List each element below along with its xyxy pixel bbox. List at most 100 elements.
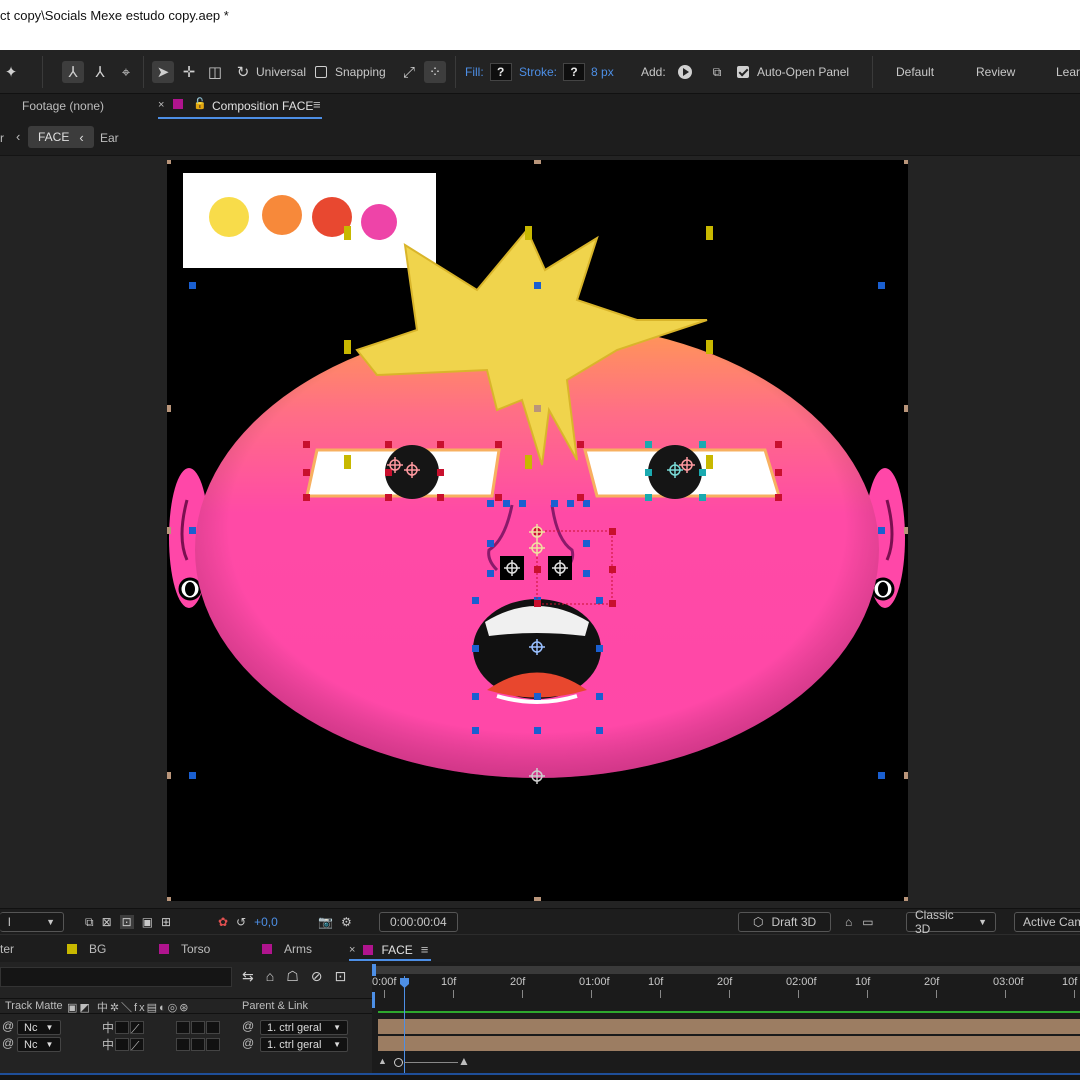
snapshot-controls: 📷 ⚙	[318, 912, 352, 932]
workspace-review[interactable]: Review	[976, 61, 1015, 83]
track-matte-dropdown[interactable]: Nc ▼	[17, 1037, 61, 1052]
workspace-learn[interactable]: Learn	[1056, 61, 1080, 83]
fill-swatch[interactable]: ?	[489, 63, 512, 81]
motion-sketch-icon[interactable]: ⧉	[706, 61, 728, 83]
tab-timeline-face[interactable]: × FACE ≡	[349, 942, 428, 957]
time-ruler[interactable]: 0:00f 10f 20f 01:00f 10f 20f 02:00f 10f 20f 03:00…	[372, 974, 1080, 998]
pickwhip-icon[interactable]: @	[242, 1019, 254, 1033]
selection-tool-icon[interactable]: ➤	[152, 61, 174, 83]
comp-mini-flowchart-icon[interactable]: ⇆	[242, 968, 254, 985]
track-matte-dropdown[interactable]: Nc ▼	[17, 1020, 61, 1035]
renderer-dropdown[interactable]: Classic 3D ▼	[906, 908, 996, 936]
switch-box[interactable]	[115, 1021, 129, 1034]
stroke-control[interactable]: Stroke: ? 8 px	[519, 61, 614, 83]
snapping-checkbox[interactable]	[315, 66, 327, 78]
snap-edge-icon[interactable]: ⤢	[398, 61, 420, 83]
snap-grid-icon[interactable]: ⁘	[424, 61, 446, 83]
add-label: Add:	[641, 65, 666, 79]
switch-box[interactable]	[115, 1038, 129, 1051]
parent-dropdown[interactable]: 1. ctrl geral ▼	[260, 1037, 348, 1052]
tab-timeline-arms[interactable]: Arms	[262, 942, 312, 956]
chevron-down-icon: ▼	[45, 1023, 54, 1032]
draft-3d-icon[interactable]: ⌂	[266, 968, 274, 985]
tab-timeline-0[interactable]: ter	[0, 942, 14, 956]
workspace-default[interactable]: Default	[896, 61, 934, 83]
camera-dropdown[interactable]: Active Came	[1014, 912, 1080, 932]
nav-next-label[interactable]: Ear	[100, 131, 119, 145]
close-icon[interactable]: ×	[349, 944, 355, 956]
reset-exposure-icon[interactable]: ↺	[236, 915, 246, 929]
nav-current[interactable]: FACE ‹	[28, 126, 94, 148]
fast-preview-icon[interactable]: ⧉	[85, 915, 94, 930]
zoom-slider[interactable]: ▲ ▲	[378, 1054, 473, 1070]
quality-switch[interactable]: ⟋	[130, 1021, 144, 1036]
composition-viewer[interactable]	[0, 156, 1080, 908]
tab-timeline-torso[interactable]: Torso	[159, 942, 210, 956]
transparency-grid-icon[interactable]: ⊠	[102, 915, 112, 929]
add-circle-icon[interactable]	[677, 65, 692, 79]
move-tool-icon[interactable]: ✛	[178, 61, 200, 83]
lock-icon[interactable]: 🔓	[193, 97, 207, 110]
layer-duration-bar[interactable]	[378, 1036, 1080, 1051]
switch-box[interactable]	[176, 1038, 190, 1051]
layer-row[interactable]: @ Nc ▼ 中 ⟋ @ 1. ctrl geral ▼	[0, 1019, 372, 1036]
ruler-tick	[936, 990, 937, 998]
snapping-toggle[interactable]: Snapping	[315, 61, 386, 83]
scale-tool-icon[interactable]: ◫	[204, 61, 226, 83]
pin-tool-icon[interactable]: ✦	[0, 61, 22, 83]
panel-menu-icon[interactable]: ≡	[421, 942, 429, 957]
frame-blending-icon[interactable]: ⊘	[311, 968, 323, 985]
tab-timeline-bg[interactable]: BG	[67, 942, 106, 956]
fill-control[interactable]: Fill: ?	[465, 61, 512, 83]
world-axis-mode-icon[interactable]: ⅄	[89, 61, 111, 83]
resolution-dropdown[interactable]: l ▼	[0, 912, 64, 932]
local-axis-mode-icon[interactable]: ⅄	[62, 61, 84, 83]
pickwhip-icon[interactable]: @	[242, 1036, 254, 1050]
close-icon[interactable]: ×	[158, 99, 164, 111]
work-area-bar[interactable]	[372, 966, 1080, 974]
auto-open-checkbox[interactable]	[737, 66, 749, 78]
ground-plane-icon[interactable]: ⌂	[845, 915, 852, 929]
tab-label: FACE	[381, 942, 413, 957]
current-time-display[interactable]: 0:00:00:04	[379, 912, 458, 932]
tab-composition[interactable]: Composition FACE	[212, 99, 313, 113]
show-snapshot-icon[interactable]: ⚙	[341, 915, 352, 929]
universal-rotate[interactable]: ↻ Universal	[232, 61, 306, 83]
switch-box[interactable]	[176, 1021, 190, 1034]
switch-box[interactable]	[191, 1038, 205, 1051]
graph-editor-icon[interactable]: ⊡	[335, 968, 347, 985]
draft3d-button[interactable]: ⬡ Draft 3D	[738, 912, 832, 932]
tab-footage[interactable]: Footage (none)	[22, 99, 104, 113]
quality-switch[interactable]: ⟋	[130, 1038, 144, 1053]
mask-visibility-icon[interactable]: ⊡	[119, 915, 134, 929]
left-eye[interactable]	[305, 445, 501, 499]
right-eye[interactable]	[583, 445, 782, 499]
stroke-swatch[interactable]: ?	[563, 63, 586, 81]
zoom-slider-knob[interactable]	[394, 1058, 403, 1067]
auto-open-toggle[interactable]: Auto-Open Panel	[737, 61, 849, 83]
panel-menu-icon[interactable]: ≡	[313, 97, 321, 112]
layer-row[interactable]: @ Nc ▼ 中 ⟋ @ 1. ctrl geral ▼	[0, 1036, 372, 1053]
switch-box[interactable]	[206, 1038, 220, 1051]
ruler-tick-label: 20f	[510, 976, 526, 988]
parent-dropdown[interactable]: 1. ctrl geral ▼	[260, 1020, 348, 1035]
stroke-width-value[interactable]: 8 px	[591, 65, 614, 79]
layer-search-input[interactable]	[0, 967, 232, 987]
composition-canvas[interactable]	[164, 157, 911, 904]
extended-viewer-icon[interactable]: ▭	[862, 915, 873, 929]
exposure-value[interactable]: +0,0	[254, 915, 278, 929]
layer-duration-bar[interactable]	[378, 1019, 1080, 1034]
shy-layers-icon[interactable]: ☖	[286, 968, 299, 985]
channel-icon[interactable]: ✿	[218, 915, 228, 929]
add-control[interactable]: Add:	[641, 61, 692, 83]
grid-guides-icon[interactable]: ⊞	[161, 915, 171, 929]
camera-snapshot-icon[interactable]: 📷	[318, 915, 333, 929]
switch-box[interactable]	[191, 1021, 205, 1034]
zoom-out-icon[interactable]: ▲	[378, 1056, 387, 1066]
switch-box[interactable]	[206, 1021, 220, 1034]
region-of-interest-icon[interactable]: ▣	[142, 915, 153, 929]
zoom-in-icon[interactable]: ▲	[458, 1054, 470, 1068]
view-axis-mode-icon[interactable]: ⌖	[115, 61, 137, 83]
face-artwork[interactable]	[164, 157, 911, 904]
nav-prev-label[interactable]: r	[0, 131, 4, 145]
